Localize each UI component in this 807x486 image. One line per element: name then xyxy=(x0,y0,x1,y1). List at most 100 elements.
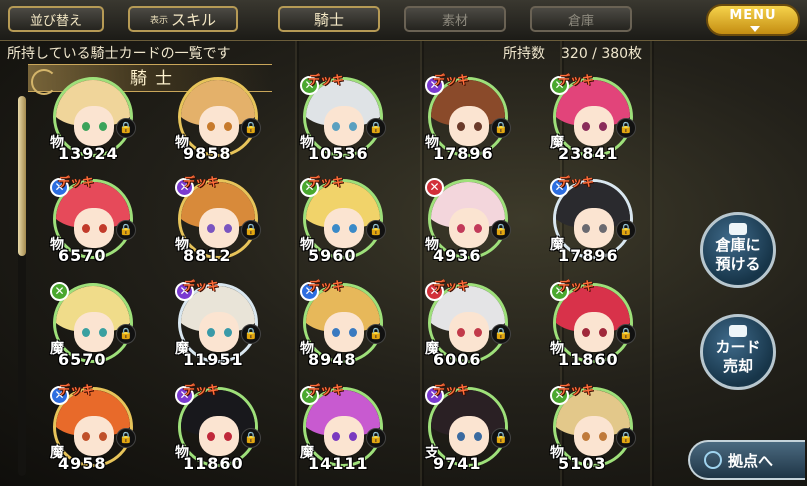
knight-card[interactable]: ✕ デッキ 🔒 魔 17896 xyxy=(550,175,636,265)
display-prefix: 表示 xyxy=(149,15,168,26)
lock-icon: 🔒 xyxy=(366,428,386,448)
count-label: 所持数 xyxy=(503,46,545,62)
card-power: 8948 xyxy=(308,350,357,369)
deck-label: デッキ xyxy=(308,383,345,397)
lock-icon: 🔒 xyxy=(116,324,136,344)
deck-label: デッキ xyxy=(183,383,220,397)
knight-card[interactable]: ✕ デッキ 🔒 物 17896 xyxy=(425,73,511,163)
knight-card[interactable]: ✕ デッキ 🔒 物 11860 xyxy=(550,279,636,369)
portrait-face xyxy=(449,312,489,352)
lock-icon: 🔒 xyxy=(616,220,636,240)
portrait-eye xyxy=(457,432,465,441)
tab-storage-label: 倉庫 xyxy=(567,13,594,29)
go-to-base-button[interactable]: 拠点へ xyxy=(688,440,805,480)
portrait-face xyxy=(74,312,114,352)
deck-label: デッキ xyxy=(433,383,470,397)
tab-storage[interactable]: 倉庫 xyxy=(530,6,632,32)
lock-icon: 🔒 xyxy=(366,220,386,240)
lock-icon: 🔒 xyxy=(491,118,511,138)
portrait-eye xyxy=(474,224,482,233)
store-label-2: 預ける xyxy=(715,255,761,273)
card-power: 5960 xyxy=(308,246,357,265)
portrait-eye xyxy=(82,122,90,131)
deck-label: デッキ xyxy=(308,279,345,293)
lock-icon: 🔒 xyxy=(616,118,636,138)
lock-icon: 🔒 xyxy=(241,428,261,448)
portrait-eye xyxy=(224,122,232,131)
portrait-eye xyxy=(332,328,340,337)
knight-card[interactable]: ✕ デッキ 🔒 支 9741 xyxy=(425,383,511,473)
base-label: 拠点へ xyxy=(728,451,774,470)
warehouse-icon xyxy=(729,223,747,235)
knight-card[interactable]: ✕ デッキ 🔒 物 10536 xyxy=(300,73,386,163)
display-skill-button[interactable]: 表示 スキル xyxy=(128,6,238,32)
portrait-eye xyxy=(99,328,107,337)
knight-card[interactable]: ✕ デッキ 🔒 物 8812 xyxy=(175,175,261,265)
portrait-eye xyxy=(207,432,215,441)
portrait-eye xyxy=(599,122,607,131)
portrait-eye xyxy=(99,224,107,233)
portrait-eye xyxy=(582,122,590,131)
list-description: 所持している騎士カードの一覧です xyxy=(7,46,231,62)
sort-label: 並び替え xyxy=(29,13,82,29)
portrait-eye xyxy=(82,224,90,233)
lock-icon: 🔒 xyxy=(241,324,261,344)
card-power: 11951 xyxy=(183,350,244,369)
knight-card[interactable]: ✕🔒物13924 xyxy=(50,74,136,163)
card-power: 17896 xyxy=(558,246,619,265)
portrait-face xyxy=(324,312,364,352)
knight-card[interactable]: ✕ デッキ 🔒 魔 11951 xyxy=(175,279,261,369)
knight-card[interactable]: ✕ デッキ 🔒 魔 14111 xyxy=(300,383,386,473)
card-icon xyxy=(729,325,747,337)
knight-card[interactable]: ✕ デッキ 🔒 物 6570 xyxy=(50,175,136,265)
portrait-eye xyxy=(474,328,482,337)
menu-button[interactable]: MENU xyxy=(706,4,800,36)
deck-label: デッキ xyxy=(308,175,345,189)
sell-card-button[interactable]: カード 売却 xyxy=(700,314,776,390)
lock-icon: 🔒 xyxy=(241,118,261,138)
lock-icon: 🔒 xyxy=(116,220,136,240)
deck-label: デッキ xyxy=(433,73,470,87)
portrait-eye xyxy=(224,224,232,233)
knight-card[interactable]: ✕ デッキ 🔒 物 11860 xyxy=(175,383,261,473)
knight-card[interactable]: ✕ デッキ 🔒 魔 4958 xyxy=(50,383,136,473)
tab-material-label: 素材 xyxy=(441,13,468,29)
portrait-eye xyxy=(457,328,465,337)
attribute-icon: ✕ xyxy=(425,178,444,197)
portrait-face xyxy=(199,312,239,352)
portrait-eye xyxy=(332,432,340,441)
knight-card[interactable]: ✕ デッキ 🔒 物 5960 xyxy=(300,175,386,265)
portrait-eye xyxy=(207,224,215,233)
section-title: 騎士 xyxy=(130,69,180,89)
portrait-face xyxy=(449,106,489,146)
card-power: 23841 xyxy=(558,144,619,163)
portrait-face xyxy=(74,106,114,146)
portrait-eye xyxy=(349,432,357,441)
knight-card[interactable]: ✕ デッキ 🔒 魔 23841 xyxy=(550,73,636,163)
knight-card[interactable]: ✕ 🔒 物 4936 xyxy=(425,176,511,265)
portrait-eye xyxy=(349,328,357,337)
scrollbar-thumb[interactable] xyxy=(18,96,26,256)
knight-card[interactable]: ✕ デッキ 🔒 物 8948 xyxy=(300,279,386,369)
portrait-face xyxy=(324,208,364,248)
tab-material[interactable]: 素材 xyxy=(404,6,506,32)
portrait-face xyxy=(574,106,614,146)
card-power: 11860 xyxy=(183,454,244,473)
portrait-eye xyxy=(349,122,357,131)
deck-label: デッキ xyxy=(58,383,95,397)
card-power: 6570 xyxy=(58,246,107,265)
deck-label: デッキ xyxy=(558,175,595,189)
knight-card[interactable]: ✕🔒物9858 xyxy=(175,74,261,163)
knight-card[interactable]: ✕ デッキ 🔒 物 5103 xyxy=(550,383,636,473)
portrait-face xyxy=(449,208,489,248)
knight-card[interactable]: ✕ 🔒 魔 6570 xyxy=(50,280,136,369)
portrait-eye xyxy=(82,328,90,337)
store-to-warehouse-button[interactable]: 倉庫に 預ける xyxy=(700,212,776,288)
sell-label-2: 売却 xyxy=(722,357,753,375)
sort-button[interactable]: 並び替え xyxy=(8,6,104,32)
deck-label: デッキ xyxy=(183,279,220,293)
attribute-icon: ✕ xyxy=(50,282,69,301)
deck-label: デッキ xyxy=(433,279,470,293)
tab-knight[interactable]: 騎士 xyxy=(278,6,380,32)
knight-card[interactable]: ✕ デッキ 🔒 魔 6006 xyxy=(425,279,511,369)
